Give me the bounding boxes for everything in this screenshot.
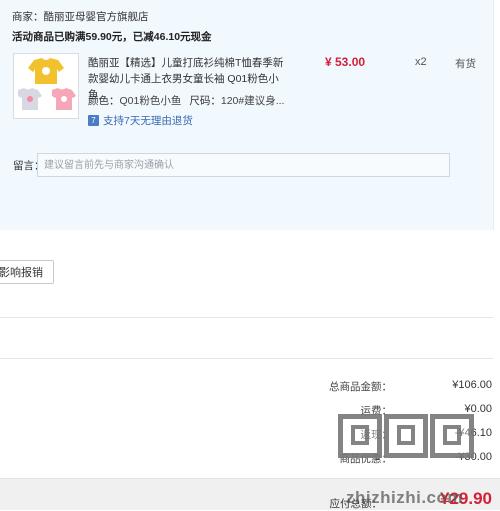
message-input[interactable] bbox=[37, 153, 450, 177]
shop-line: 商家：酷丽亚母婴官方旗舰店 bbox=[12, 9, 149, 24]
discount-label: 商品优惠： bbox=[339, 453, 393, 465]
return-policy-link[interactable]: 7 支持7天无理由退货 bbox=[88, 113, 193, 128]
product-price: ¥ 53.00 bbox=[325, 55, 366, 69]
discount-value: -¥30.00 bbox=[454, 451, 492, 463]
report-button[interactable]: 影响报销 bbox=[0, 260, 54, 284]
rebate-label: 返现： bbox=[360, 429, 393, 441]
shop-name-link[interactable]: 酷丽亚母婴官方旗舰店 bbox=[44, 11, 149, 23]
divider bbox=[0, 317, 493, 318]
return-policy-icon: 7 bbox=[88, 115, 99, 126]
product-quantity: x2 bbox=[415, 56, 427, 68]
product-thumbnail[interactable] bbox=[13, 53, 79, 119]
total-label: 总商品金额： bbox=[329, 381, 392, 393]
promo-text: 活动商品已购满59.90元，已减46.10元现金 bbox=[12, 31, 212, 43]
return-policy-text: 支持7天无理由退货 bbox=[103, 115, 193, 127]
color-label: 颜色： bbox=[88, 95, 120, 107]
pay-total-value: ¥29.90 bbox=[440, 489, 492, 508]
order-panel: 商家：酷丽亚母婴官方旗舰店 活动商品已购满59.90元，已减46.10元现金 酷… bbox=[0, 0, 494, 230]
rebate-value: -¥46.10 bbox=[454, 427, 492, 439]
shop-label: 商家： bbox=[12, 11, 44, 23]
divider bbox=[0, 358, 493, 359]
color-value: Q01粉色小鱼 bbox=[119, 95, 182, 107]
size-value: 120#建议身... bbox=[220, 95, 285, 107]
product-image-icon bbox=[14, 54, 78, 118]
sku-line: 颜色：Q01粉色小鱼 尺码：120#建议身... bbox=[88, 93, 284, 108]
payment-bar bbox=[0, 478, 500, 510]
total-value: ¥106.00 bbox=[452, 379, 492, 391]
size-label: 尺码： bbox=[189, 95, 221, 107]
stock-status: 有货 bbox=[455, 58, 476, 70]
shipping-label: 运费： bbox=[360, 405, 393, 417]
shipping-value: ¥0.00 bbox=[464, 403, 492, 415]
